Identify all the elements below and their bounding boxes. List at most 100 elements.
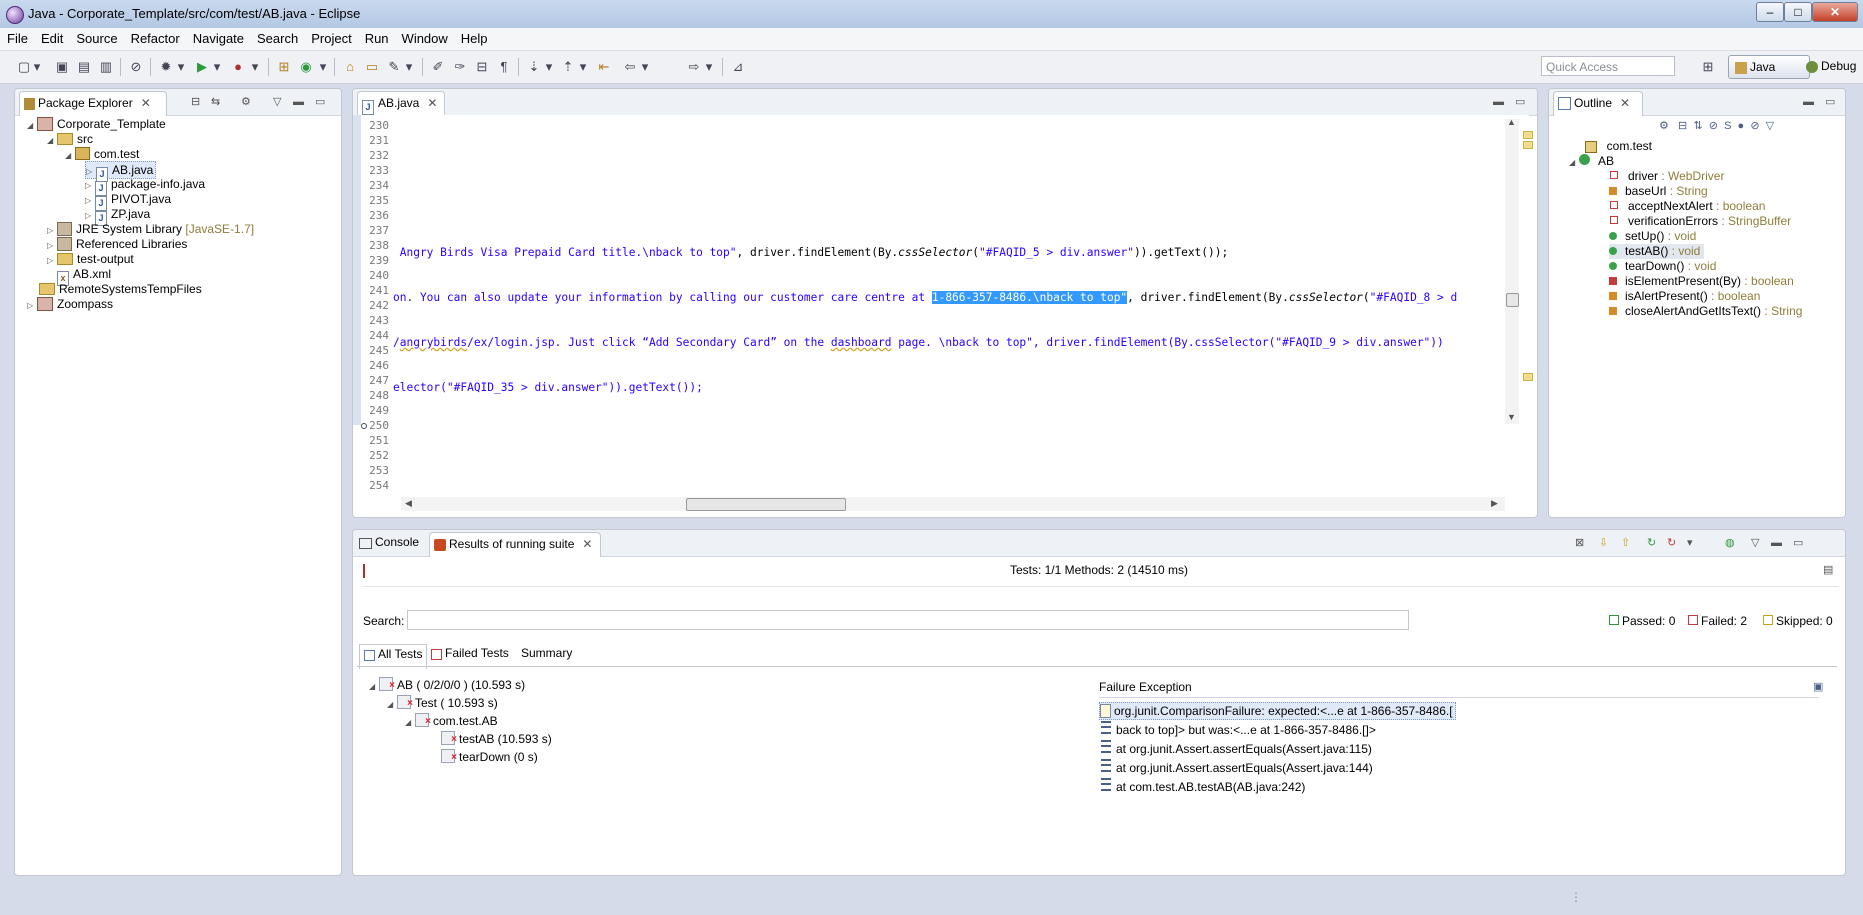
expanded-arrow-icon[interactable]: ◢ <box>405 715 415 731</box>
result-tree-test[interactable]: ◢Test ( 10.593 s) <box>387 695 498 713</box>
menu-edit[interactable]: Edit <box>34 28 69 46</box>
tab-ab-java[interactable]: J AB.java ✕ <box>357 91 445 116</box>
outline-member[interactable]: verificationErrors : StringBuffer <box>1609 214 1791 229</box>
show-whitespace-icon[interactable]: ¶ <box>496 59 512 75</box>
pin-editor-icon[interactable]: ⊿ <box>730 59 746 75</box>
outline-member[interactable]: closeAlertAndGetItsText() : String <box>1609 304 1802 319</box>
result-tree-class[interactable]: ◢com.test.AB <box>405 713 498 731</box>
minimize-view-icon[interactable]: ▬ <box>1803 95 1814 109</box>
debug-icon[interactable]: ✹ <box>158 59 174 75</box>
menu-search[interactable]: Search <box>250 28 304 46</box>
close-tab-icon[interactable]: ✕ <box>427 96 437 110</box>
hide-local-types-icon[interactable]: ⊘ <box>1750 120 1759 132</box>
subtab-failed-tests[interactable]: Failed Tests <box>431 646 509 660</box>
tab-results-of-running-suite[interactable]: Results of running suite ✕ <box>429 532 601 557</box>
chevron-down-icon[interactable]: ▾ <box>544 59 554 75</box>
sort-icon[interactable]: ⇅ <box>1693 120 1702 132</box>
expanded-arrow-icon[interactable]: ◢ <box>387 697 397 713</box>
quick-access-input[interactable]: Quick Access <box>1541 56 1675 76</box>
maximize-view-icon[interactable]: ▭ <box>1793 536 1803 550</box>
result-tree-method[interactable]: testAB (10.593 s) <box>441 731 552 748</box>
last-edit-icon[interactable]: ⇤ <box>596 59 612 75</box>
outline-member-selected[interactable]: testAB() : void <box>1609 244 1705 259</box>
mark-occurrences-icon[interactable]: ✑ <box>452 59 468 75</box>
menu-project[interactable]: Project <box>304 28 357 46</box>
print-icon[interactable]: ▥ <box>98 59 114 75</box>
outline-package[interactable]: com.test <box>1585 139 1652 154</box>
history-icon[interactable]: ▾ <box>1687 536 1693 550</box>
tree-item-package[interactable]: ◢ com.test <box>65 146 139 162</box>
run-icon[interactable]: ▶ <box>194 59 210 75</box>
forward-icon[interactable]: ⇨ <box>686 59 702 75</box>
chevron-down-icon[interactable]: ▾ <box>578 59 588 75</box>
chevron-down-icon[interactable]: ▾ <box>318 59 328 75</box>
menu-navigate[interactable]: Navigate <box>186 28 250 46</box>
outline-member[interactable]: acceptNextAlert : boolean <box>1609 199 1765 214</box>
external-tools-icon[interactable]: ● <box>230 59 246 75</box>
tree-item-pivot-java[interactable]: ▷ J PIVOT.java <box>85 191 171 211</box>
link-editor-icon[interactable]: ⇆ <box>211 95 220 109</box>
expanded-arrow-icon[interactable]: ◢ <box>369 679 379 695</box>
perspective-java-button[interactable]: Java <box>1728 55 1810 79</box>
maximize-view-icon[interactable]: ▭ <box>1825 95 1835 109</box>
tree-item-jre[interactable]: ▷ JRE System Library [JavaSE-1.7] <box>47 221 254 237</box>
minimize-view-icon[interactable]: ▬ <box>1493 95 1504 109</box>
tree-item-ab-xml[interactable]: x AB.xml <box>57 266 111 286</box>
warning-marker-icon[interactable] <box>1523 373 1533 381</box>
minimize-view-icon[interactable]: ▬ <box>293 95 304 109</box>
chevron-down-icon[interactable]: ▾ <box>640 59 650 75</box>
code-line-245[interactable]: /angrybirds/ex/login.jsp. Just click “Ad… <box>393 335 1444 350</box>
code-line-239[interactable]: Angry Birds Visa Prepaid Card title.\nba… <box>393 245 1229 260</box>
save-all-icon[interactable]: ▤ <box>76 59 92 75</box>
tab-console[interactable]: Console <box>359 535 419 549</box>
breakpoint-marker-icon[interactable] <box>361 423 367 429</box>
view-menu-icon[interactable]: ⚙ <box>241 95 251 109</box>
next-annotation-icon[interactable]: ⇣ <box>526 59 542 75</box>
menu-refactor[interactable]: Refactor <box>124 28 186 46</box>
close-tab-icon[interactable]: ✕ <box>1620 96 1630 110</box>
view-menu-icon[interactable]: ▽ <box>1766 120 1774 132</box>
warning-marker-icon[interactable] <box>1523 141 1533 149</box>
scrollbar-thumb[interactable] <box>686 498 846 511</box>
toggle-block-icon[interactable]: ⊟ <box>474 59 490 75</box>
scroll-left-icon[interactable]: ◀ <box>405 498 412 509</box>
save-icon[interactable]: ▣ <box>54 59 70 75</box>
tree-item-referenced-libraries[interactable]: ▷ Referenced Libraries <box>47 236 187 252</box>
code-area[interactable]: 230 231 232 233 234 235 236 237 238 239 240 241 242 2… <box>353 115 1529 492</box>
scroll-up-icon[interactable]: ▲ <box>1507 117 1516 127</box>
failure-line[interactable]: back to top]> but was:<...e at 1-866-357… <box>1101 721 1376 737</box>
scroll-right-icon[interactable]: ▶ <box>1491 498 1498 509</box>
tree-item-remote-systems[interactable]: RemoteSystemsTempFiles <box>39 281 202 297</box>
menu-window[interactable]: Window <box>395 28 454 46</box>
code-line-248[interactable]: elector("#FAQID_35 > div.answer")).getTe… <box>393 380 703 395</box>
chevron-down-icon[interactable]: ▽ <box>273 95 281 109</box>
collapsed-arrow-icon[interactable]: ▷ <box>27 298 37 314</box>
rerun-failed-icon[interactable]: ↻ <box>1667 536 1676 550</box>
hide-fields-icon[interactable]: ⊘ <box>1709 120 1718 132</box>
tree-item-zp-java[interactable]: ▷ J ZP.java <box>85 206 150 226</box>
chevron-down-icon[interactable]: ▾ <box>32 59 42 75</box>
open-perspective-icon[interactable]: ⊞ <box>1700 59 1716 75</box>
hide-static-icon[interactable]: S <box>1724 120 1731 132</box>
rerun-test-icon[interactable]: ↻ <box>1647 536 1656 550</box>
expanded-arrow-icon[interactable]: ◢ <box>1569 155 1579 170</box>
close-tab-icon[interactable]: ✕ <box>141 96 151 110</box>
maximize-view-icon[interactable]: ▭ <box>315 95 325 109</box>
filter-stack-icon[interactable]: ▣ <box>1813 680 1823 693</box>
scroll-down-icon[interactable]: ▼ <box>1507 412 1516 422</box>
outline-member[interactable]: tearDown() : void <box>1609 259 1716 274</box>
subtab-summary[interactable]: Summary <box>521 646 572 660</box>
outline-member[interactable]: isAlertPresent() : boolean <box>1609 289 1760 304</box>
previous-failure-icon[interactable]: ⇧ <box>1621 536 1630 550</box>
maximize-button[interactable]: □ <box>1784 2 1812 22</box>
tab-outline[interactable]: Outline ✕ <box>1553 91 1643 116</box>
menu-source[interactable]: Source <box>69 28 123 46</box>
tab-package-explorer[interactable]: Package Explorer ✕ <box>19 91 167 116</box>
expanded-arrow-icon[interactable]: ◢ <box>27 118 37 134</box>
scrollbar-thumb[interactable] <box>1506 293 1519 307</box>
view-menu-icon[interactable]: ▽ <box>1751 536 1759 550</box>
editor-horizontal-scrollbar[interactable]: ◀ ▶ <box>401 497 1505 511</box>
collapse-all-icon[interactable]: ⊟ <box>191 95 200 109</box>
tree-item-zoompass[interactable]: ▷ Zoompass <box>27 296 113 312</box>
failure-line-selected[interactable]: org.junit.ComparisonFailure: expected:<.… <box>1099 702 1456 720</box>
